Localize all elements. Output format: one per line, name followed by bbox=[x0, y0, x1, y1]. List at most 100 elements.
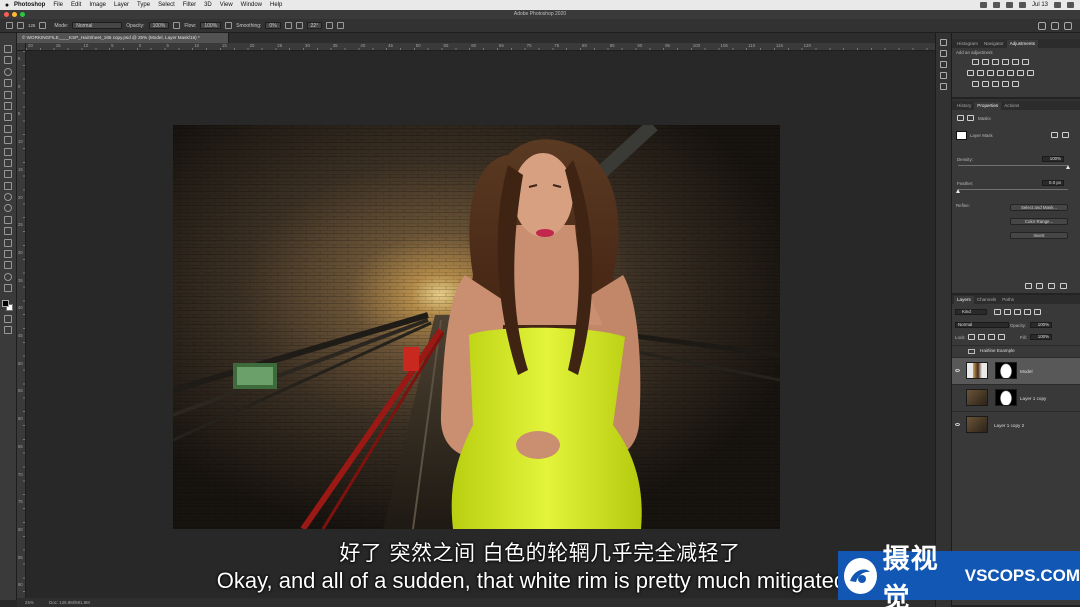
tab-properties[interactable]: Properties bbox=[974, 102, 1002, 110]
tab-channels[interactable]: Channels bbox=[974, 296, 999, 304]
threshold-icon[interactable] bbox=[992, 81, 999, 87]
foreground-color-swatch[interactable] bbox=[2, 299, 9, 307]
marquee-tool-icon[interactable] bbox=[4, 56, 12, 65]
levels-icon[interactable] bbox=[982, 59, 989, 65]
quick-select-tool-icon[interactable] bbox=[4, 79, 12, 88]
quick-mask-icon[interactable] bbox=[4, 314, 12, 323]
home-icon[interactable] bbox=[6, 22, 13, 29]
lock-position-icon[interactable] bbox=[978, 334, 985, 340]
pixel-mask-icon[interactable] bbox=[957, 115, 964, 121]
tab-history[interactable]: History bbox=[954, 102, 974, 110]
minimize-window-button[interactable] bbox=[12, 12, 17, 17]
curves-icon[interactable] bbox=[992, 59, 999, 65]
menu-image[interactable]: Image bbox=[89, 2, 106, 8]
hue-saturation-icon[interactable] bbox=[967, 70, 974, 76]
tab-adjustments[interactable]: Adjustments bbox=[1006, 40, 1038, 48]
filter-smart-icon[interactable] bbox=[1034, 309, 1041, 315]
feather-slider[interactable] bbox=[958, 189, 1068, 190]
shape-tool-icon[interactable] bbox=[4, 250, 12, 259]
pressure-size-icon[interactable] bbox=[326, 22, 334, 29]
brush-size-value[interactable]: 125 bbox=[28, 23, 35, 28]
blend-mode-select[interactable]: Normal bbox=[955, 322, 1009, 328]
dodge-tool-icon[interactable] bbox=[4, 204, 12, 213]
history-brush-tool-icon[interactable] bbox=[4, 158, 12, 167]
hand-tool-icon[interactable] bbox=[4, 261, 12, 270]
eye-icon[interactable] bbox=[955, 369, 960, 372]
fill-field[interactable]: 100% bbox=[1030, 334, 1052, 340]
tab-histogram[interactable]: Histogram bbox=[954, 40, 981, 48]
paragraph-panel-icon[interactable] bbox=[940, 83, 947, 90]
zoom-tool-icon[interactable] bbox=[4, 272, 12, 281]
brush-panel-icon[interactable] bbox=[39, 22, 47, 29]
crop-tool-icon[interactable] bbox=[4, 90, 12, 99]
selective-color-icon[interactable] bbox=[1012, 81, 1019, 87]
menu-edit[interactable]: Edit bbox=[71, 2, 81, 8]
layer-group-row[interactable]: Hairline Example bbox=[952, 345, 1080, 357]
invert-icon[interactable] bbox=[972, 81, 979, 87]
status-icon[interactable] bbox=[992, 2, 1000, 8]
layer-row-layer-1-copy-2[interactable]: Layer 1 copy 2 bbox=[952, 411, 1080, 438]
channel-mixer-icon[interactable] bbox=[1007, 70, 1014, 76]
eraser-tool-icon[interactable] bbox=[4, 170, 12, 179]
brush-tool-icon[interactable] bbox=[17, 22, 24, 29]
lock-pixels-icon[interactable] bbox=[968, 334, 975, 340]
tab-navigator[interactable]: Navigator bbox=[981, 40, 1007, 48]
airbrush-icon[interactable] bbox=[225, 22, 233, 29]
layer-row-layer-1-copy[interactable]: Layer 1 copy bbox=[952, 384, 1080, 411]
posterize-icon[interactable] bbox=[982, 81, 989, 87]
feather-field[interactable]: 0.0 px bbox=[1042, 180, 1064, 186]
healing-tool-icon[interactable] bbox=[4, 124, 12, 133]
color-lookup-icon[interactable] bbox=[1017, 70, 1024, 76]
kind-filter[interactable]: Kind bbox=[955, 309, 987, 315]
select-mask-icon[interactable] bbox=[1051, 132, 1058, 138]
tab-layers[interactable]: Layers bbox=[954, 296, 974, 304]
frame-tool-icon[interactable] bbox=[4, 101, 12, 110]
layer-mask-thumbnail[interactable] bbox=[995, 362, 1017, 379]
type-tool-icon[interactable] bbox=[4, 227, 12, 236]
workspace-icon[interactable] bbox=[1051, 21, 1059, 30]
lock-all-icon[interactable] bbox=[998, 334, 1005, 340]
vector-mask-icon[interactable] bbox=[967, 115, 974, 121]
document-tab[interactable]: © WORKINGFILE____KSP_HairSheet_165 copy.… bbox=[17, 33, 229, 43]
color-range-button[interactable]: Color Range... bbox=[1010, 218, 1068, 225]
libraries-panel-icon[interactable] bbox=[940, 50, 947, 57]
angle-field[interactable]: 22° bbox=[306, 22, 323, 29]
layer-opacity-field[interactable]: 100% bbox=[1030, 322, 1052, 328]
document-info[interactable]: Doc: 126.8M/591.9M bbox=[49, 600, 90, 605]
layer-row-model[interactable]: Model bbox=[952, 357, 1080, 384]
menu-layer[interactable]: Layer bbox=[114, 2, 129, 8]
filter-shape-icon[interactable] bbox=[1024, 309, 1031, 315]
apply-mask-icon[interactable] bbox=[1036, 283, 1043, 289]
pen-tool-icon[interactable] bbox=[4, 215, 12, 224]
wifi-icon[interactable] bbox=[1005, 2, 1013, 8]
invert-button[interactable]: Invert bbox=[1010, 232, 1068, 239]
grid-icon[interactable] bbox=[1027, 70, 1034, 76]
gear-icon[interactable] bbox=[284, 22, 292, 29]
path-select-tool-icon[interactable] bbox=[4, 238, 12, 247]
menu-filter[interactable]: Filter bbox=[183, 2, 196, 8]
menu-window[interactable]: Window bbox=[241, 2, 262, 8]
trash-icon[interactable] bbox=[1060, 283, 1067, 289]
eye-icon[interactable] bbox=[955, 423, 960, 426]
vibrance-icon[interactable] bbox=[1012, 59, 1019, 65]
screen-mode-icon[interactable] bbox=[4, 326, 12, 335]
move-tool-icon[interactable] bbox=[4, 45, 12, 53]
menu-list-icon[interactable] bbox=[1067, 2, 1074, 8]
load-selection-icon[interactable] bbox=[1025, 283, 1032, 289]
brush-tool-icon[interactable] bbox=[4, 136, 12, 145]
ruler-origin[interactable] bbox=[17, 43, 26, 51]
blur-tool-icon[interactable] bbox=[4, 193, 12, 202]
mode-select[interactable]: Normal bbox=[72, 22, 123, 29]
search-icon[interactable] bbox=[1054, 2, 1061, 8]
zoom-window-button[interactable] bbox=[20, 12, 25, 17]
gradient-map-icon[interactable] bbox=[1002, 81, 1009, 87]
angle-icon[interactable] bbox=[295, 22, 303, 29]
document-image[interactable] bbox=[173, 125, 780, 529]
opacity-field[interactable]: 100% bbox=[148, 22, 170, 29]
select-and-mask-button[interactable]: Select and Mask... bbox=[1010, 204, 1068, 211]
filter-adjustment-icon[interactable] bbox=[1004, 309, 1011, 315]
menu-app-name[interactable]: Photoshop bbox=[14, 2, 45, 8]
zoom-level[interactable]: 25% bbox=[25, 600, 34, 605]
share-icon[interactable] bbox=[1064, 21, 1072, 30]
filter-pixel-icon[interactable] bbox=[994, 309, 1001, 315]
